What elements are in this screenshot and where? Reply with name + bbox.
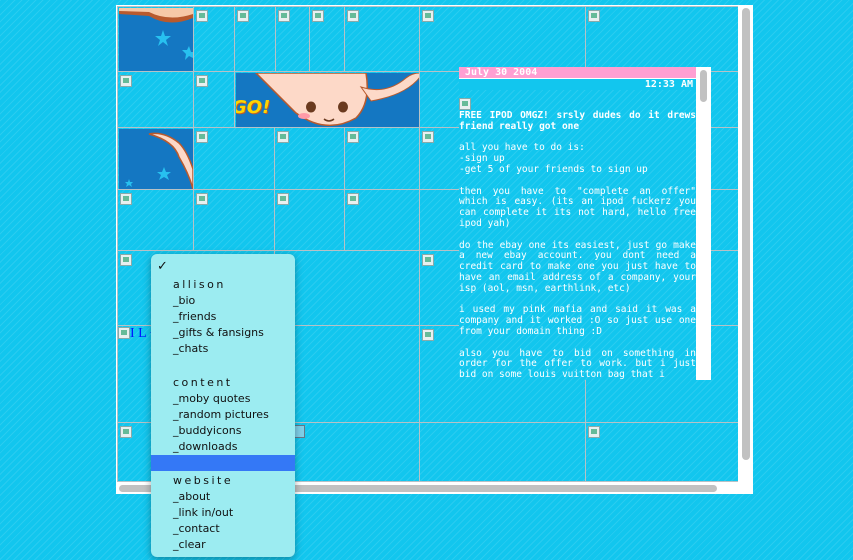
grid-cell bbox=[344, 6, 420, 72]
broken-image-icon bbox=[312, 10, 324, 22]
blog-scroll-thumb[interactable] bbox=[700, 70, 707, 102]
blog-paragraph: all you have to do is: -sign up -get 5 o… bbox=[459, 142, 648, 175]
blog-scrollbar[interactable] bbox=[696, 67, 711, 380]
blog-title: FREE IPOD OMGZ! srsly dudes do it drews … bbox=[459, 110, 696, 132]
grid-cell bbox=[274, 325, 420, 423]
grid-cell: GO! bbox=[234, 71, 420, 128]
grid-cell bbox=[193, 71, 235, 128]
broken-image-icon bbox=[347, 193, 359, 205]
blog-image-row bbox=[459, 90, 696, 111]
vertical-scrollbar[interactable] bbox=[739, 5, 753, 485]
grid-cell bbox=[117, 71, 194, 128]
blog-date: July 30 2004 bbox=[459, 67, 696, 78]
menu-item-bio[interactable]: _bio bbox=[173, 293, 195, 309]
grid-cell bbox=[234, 6, 276, 72]
grid-cell bbox=[274, 250, 420, 326]
broken-image-icon bbox=[196, 10, 208, 22]
menu-item-gifts[interactable]: _gifts & fansigns bbox=[173, 325, 264, 341]
grid-cell bbox=[274, 189, 345, 251]
menu-header-website: website bbox=[173, 474, 234, 487]
broken-image-icon bbox=[118, 327, 130, 339]
menu-item-clear[interactable]: _clear bbox=[173, 537, 206, 553]
grid-cell bbox=[193, 6, 235, 72]
grid-cell bbox=[344, 127, 420, 190]
broken-image-icon bbox=[422, 329, 434, 341]
broken-image-icon bbox=[196, 131, 208, 143]
broken-image-icon bbox=[196, 193, 208, 205]
broken-image-icon bbox=[347, 131, 359, 143]
blog-entry: July 30 2004 12:33 AM FREE IPOD OMGZ! sr… bbox=[459, 67, 696, 380]
broken-image-icon bbox=[277, 131, 289, 143]
blog-time: 12:33 AM bbox=[459, 78, 696, 90]
broken-image-icon bbox=[588, 426, 600, 438]
grid-cell bbox=[117, 127, 194, 190]
broken-image-icon bbox=[278, 10, 290, 22]
menu-item-chats[interactable]: _chats bbox=[173, 341, 208, 357]
blog-paragraph: i used my pink mafia and said it was a c… bbox=[459, 304, 696, 337]
grid-cell bbox=[419, 422, 586, 482]
grid-cell bbox=[585, 6, 738, 72]
menu-item-link-in-out[interactable]: _link in/out bbox=[173, 505, 233, 521]
broken-image-icon bbox=[588, 10, 600, 22]
broken-image-icon bbox=[422, 10, 434, 22]
broken-image-icon bbox=[120, 426, 132, 438]
menu-highlight bbox=[151, 455, 295, 471]
checkbox[interactable] bbox=[294, 425, 305, 438]
broken-image-icon bbox=[422, 131, 434, 143]
broken-image-icon bbox=[347, 10, 359, 22]
grid-cell bbox=[117, 189, 194, 251]
banner-text: GO! bbox=[236, 97, 271, 118]
broken-image-icon bbox=[120, 193, 132, 205]
broken-image-icon bbox=[120, 254, 132, 266]
menu-item-contact[interactable]: _contact bbox=[173, 521, 220, 537]
menu-item-moby-quotes[interactable]: _moby quotes bbox=[173, 391, 250, 407]
grid-cell bbox=[309, 6, 345, 72]
corner-artwork bbox=[119, 8, 193, 71]
blog-paragraph: then you have to "complete an offer" whi… bbox=[459, 185, 696, 229]
grid-cell bbox=[419, 6, 586, 72]
broken-image-icon bbox=[237, 10, 249, 22]
blog-paragraph: also you have to bid on something in ord… bbox=[459, 347, 696, 380]
grid-cell bbox=[274, 127, 345, 190]
broken-image-icon bbox=[459, 98, 471, 110]
menu-item-buddyicons[interactable]: _buddyicons bbox=[173, 423, 241, 439]
grid-cell bbox=[193, 127, 275, 190]
broken-image-icon bbox=[277, 193, 289, 205]
blog-body: FREE IPOD OMGZ! srsly dudes do it drews … bbox=[459, 110, 696, 380]
menu-header-content: content bbox=[173, 376, 233, 389]
broken-image-icon bbox=[196, 75, 208, 87]
menu-item-downloads[interactable]: _downloads bbox=[173, 439, 237, 455]
grid-cell bbox=[275, 6, 310, 72]
grid-cell bbox=[344, 189, 420, 251]
menu-item-random-pictures[interactable]: _random pictures bbox=[173, 407, 269, 423]
broken-image-icon bbox=[120, 75, 132, 87]
hand-artwork bbox=[119, 129, 193, 189]
menu-header-allison: allison bbox=[173, 278, 226, 291]
blog-iframe: July 30 2004 12:33 AM FREE IPOD OMGZ! sr… bbox=[459, 67, 711, 380]
grid-cell bbox=[585, 422, 738, 482]
broken-image-icon bbox=[422, 254, 434, 266]
banner-artwork: GO! bbox=[236, 73, 420, 128]
menu-item-about[interactable]: _about bbox=[173, 489, 210, 505]
grid-cell bbox=[117, 6, 194, 72]
menu-item-friends[interactable]: _friends bbox=[173, 309, 216, 325]
navigation-dropdown-menu[interactable]: ✓ allison _bio _friends _gifts & fansign… bbox=[151, 254, 295, 557]
blog-paragraph: do the ebay one its easiest, just go mak… bbox=[459, 239, 696, 294]
checkmark-icon: ✓ bbox=[157, 259, 168, 274]
grid-cell bbox=[193, 189, 275, 251]
vertical-scroll-thumb[interactable] bbox=[742, 8, 750, 460]
